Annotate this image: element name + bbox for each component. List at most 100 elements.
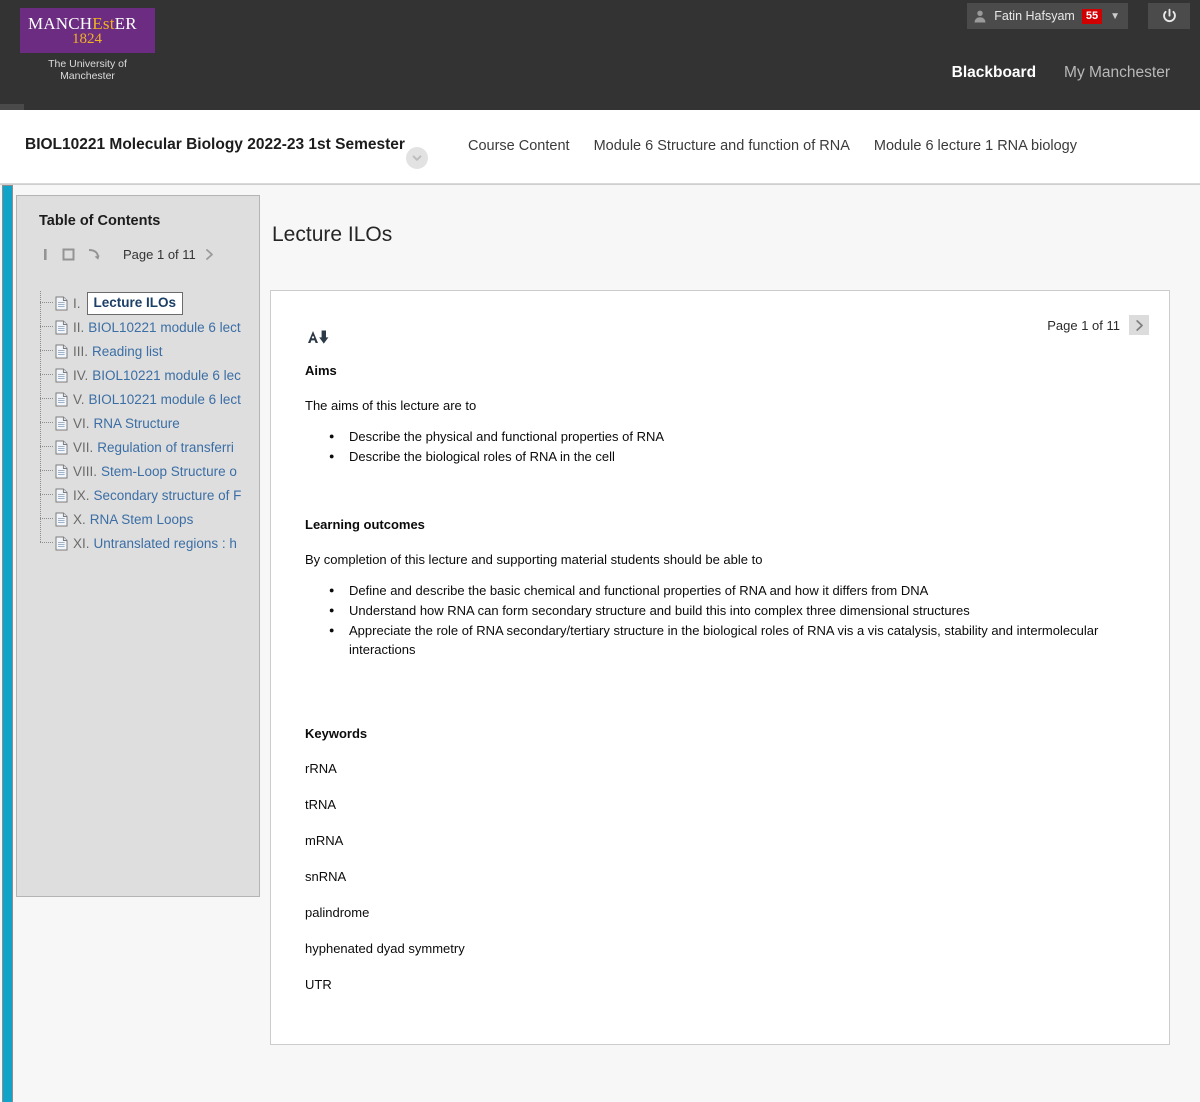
toc-tree: I. Lecture ILOs II. BIOL10221 module 6 l… — [37, 291, 269, 555]
aims-heading: Aims — [305, 363, 337, 378]
outcomes-bullet: Understand how RNA can form secondary st… — [319, 601, 1129, 620]
toc-item-11[interactable]: XI. Untranslated regions : h — [37, 531, 269, 555]
tree-connector — [40, 422, 53, 423]
user-name: Fatin Hafsyam — [994, 9, 1075, 23]
tree-connector — [40, 398, 53, 399]
power-icon — [1161, 8, 1178, 25]
aims-list: Describe the physical and functional pro… — [319, 427, 1129, 466]
breadcrumb: Course Content Module 6 Structure and fu… — [468, 138, 1077, 154]
toc-item-label: Untranslated regions : h — [93, 535, 237, 551]
toc-item-selected-wrap: Lecture ILOs — [86, 291, 184, 315]
toc-item-9[interactable]: IX. Secondary structure of F — [37, 483, 269, 507]
logo-subtitle: The University of Manchester — [48, 58, 127, 82]
top-header-bar: MANCHEstER 1824 The University of Manche… — [0, 0, 1200, 130]
outcomes-list: Define and describe the basic chemical a… — [319, 581, 1129, 659]
toc-item-5[interactable]: V. BIOL10221 module 6 lect — [37, 387, 269, 411]
outcomes-intro: By completion of this lecture and suppor… — [305, 552, 763, 567]
document-icon — [55, 344, 68, 359]
document-icon — [55, 512, 68, 527]
keyword-item: mRNA — [305, 833, 344, 848]
nav-tab-my-manchester[interactable]: My Manchester — [1064, 64, 1170, 86]
tree-connector — [40, 302, 53, 303]
collapse-bar-icon[interactable] — [41, 248, 51, 262]
toc-toolbar — [41, 248, 101, 262]
document-icon — [55, 368, 68, 383]
toc-item-number: X. — [73, 511, 86, 527]
document-icon — [55, 440, 68, 455]
document-icon — [55, 416, 68, 431]
toc-item-4[interactable]: IV. BIOL10221 module 6 lec — [37, 363, 269, 387]
toc-item-7[interactable]: VII. Regulation of transferri — [37, 435, 269, 459]
logo-year: 1824 — [72, 31, 102, 47]
toc-item-label: Lecture ILOs — [93, 294, 177, 310]
notification-badge[interactable]: 55 — [1081, 8, 1103, 24]
tree-connector — [40, 470, 53, 471]
keyword-item: UTR — [305, 977, 332, 992]
toc-item-number: IX. — [73, 487, 90, 503]
aims-bullet: Describe the biological roles of RNA in … — [319, 447, 1129, 466]
primary-nav: Blackboard My Manchester — [952, 64, 1170, 86]
university-logo[interactable]: MANCHEstER 1824 The University of Manche… — [20, 8, 155, 82]
breadcrumb-item-course-content[interactable]: Course Content — [468, 138, 570, 154]
document-icon — [55, 320, 68, 335]
course-menu-button[interactable] — [406, 147, 428, 169]
outcomes-bullet: Appreciate the role of RNA secondary/ter… — [319, 621, 1129, 659]
logo-mark: MANCHEstER 1824 — [20, 8, 155, 53]
toc-item-number: I. — [73, 295, 81, 311]
lecture-document: Aims The aims of this lecture are to Des… — [305, 363, 1129, 1013]
document-icon — [55, 536, 68, 551]
outcomes-heading: Learning outcomes — [305, 517, 425, 532]
toc-item-label: Regulation of transferri — [97, 439, 234, 455]
toc-item-label: BIOL10221 module 6 lec — [92, 367, 241, 383]
toc-item-number: XI. — [73, 535, 90, 551]
toc-item-label: Secondary structure of F — [93, 487, 242, 503]
tree-connector — [40, 446, 53, 447]
toc-title: Table of Contents — [39, 213, 161, 229]
toc-item-label: RNA Structure — [93, 415, 180, 431]
table-of-contents-panel: Table of Contents Page 1 of 11 I. Lectur… — [16, 195, 260, 897]
toc-item-number: V. — [73, 391, 85, 407]
tree-connector — [40, 494, 53, 495]
toc-next-page-icon[interactable] — [204, 248, 215, 261]
user-menu[interactable]: Fatin Hafsyam 55 ▼ — [967, 3, 1128, 29]
outcomes-bullet: Define and describe the basic chemical a… — [319, 581, 1129, 600]
toc-item-label: RNA Stem Loops — [89, 511, 194, 527]
breadcrumb-item-lecture[interactable]: Module 6 lecture 1 RNA biology — [874, 138, 1077, 154]
document-icon — [55, 296, 68, 311]
page-body: Table of Contents Page 1 of 11 I. Lectur… — [0, 184, 1200, 1102]
content-pager: Page 1 of 11 — [1047, 315, 1149, 335]
content-next-page-button[interactable] — [1129, 315, 1149, 335]
toc-item-3[interactable]: III. Reading list — [37, 339, 269, 363]
tree-connector — [40, 350, 53, 351]
toc-item-1[interactable]: I. Lecture ILOs — [37, 291, 269, 315]
aims-intro: The aims of this lecture are to — [305, 398, 477, 413]
tree-connector — [40, 542, 53, 543]
toc-pager: Page 1 of 11 — [123, 247, 215, 262]
toc-item-6[interactable]: VI. RNA Structure — [37, 411, 269, 435]
nav-tab-blackboard[interactable]: Blackboard — [952, 64, 1036, 86]
keyword-item: palindrome — [305, 905, 370, 920]
toc-item-2[interactable]: II. BIOL10221 module 6 lect — [37, 315, 269, 339]
tree-connector — [40, 518, 53, 519]
chevron-down-circle-icon — [411, 152, 423, 164]
chevron-down-icon[interactable]: ▼ — [1110, 11, 1120, 22]
toc-item-label: BIOL10221 module 6 lect — [88, 391, 241, 407]
toc-item-number: VIII. — [73, 463, 98, 479]
toc-item-8[interactable]: VIII. Stem-Loop Structure o — [37, 459, 269, 483]
panel-collapse-handle[interactable] — [2, 185, 13, 1102]
expand-square-icon[interactable] — [62, 248, 76, 262]
logout-button[interactable] — [1148, 3, 1190, 29]
text-size-icon[interactable] — [306, 327, 332, 347]
refresh-arrow-icon[interactable] — [87, 248, 101, 262]
tree-connector — [40, 326, 53, 327]
document-icon — [55, 488, 68, 503]
toc-item-10[interactable]: X. RNA Stem Loops — [37, 507, 269, 531]
toc-item-number: III. — [73, 343, 89, 359]
keywords-heading: Keywords — [305, 726, 368, 741]
breadcrumb-item-module[interactable]: Module 6 Structure and function of RNA — [594, 138, 850, 154]
keyword-item: tRNA — [305, 797, 337, 812]
keyword-item: hyphenated dyad symmetry — [305, 941, 465, 956]
page-title: Lecture ILOs — [272, 223, 393, 246]
